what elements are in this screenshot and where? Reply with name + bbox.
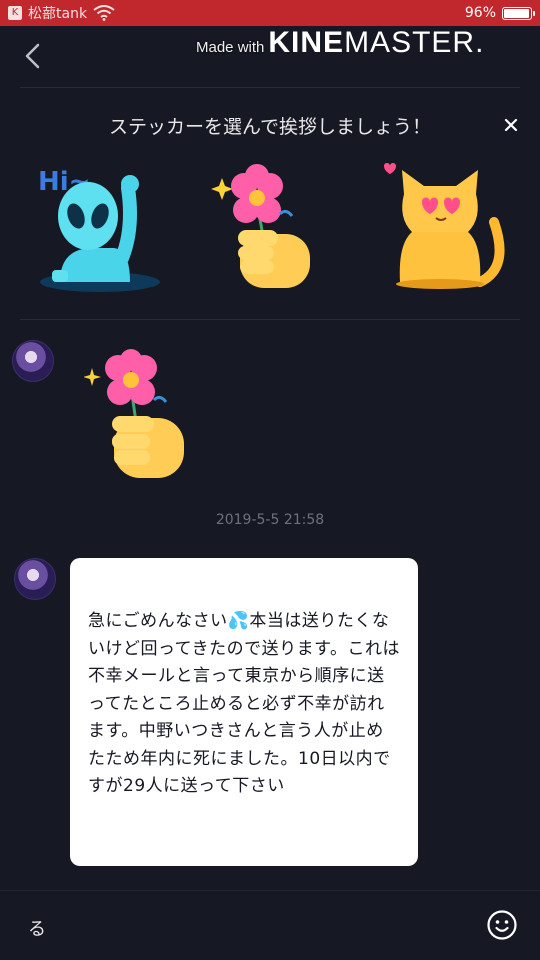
alien-hi-sticker-icon: Hi~	[38, 167, 160, 292]
watermark-brand: KINEMASTER.	[268, 26, 484, 60]
message-sticker[interactable]	[83, 348, 192, 484]
flower-hand-sticker[interactable]	[200, 158, 340, 298]
emoji-button[interactable]	[486, 909, 518, 941]
flower-hand-sticker-icon	[211, 164, 310, 288]
status-carrier-text: 松蔀tank	[28, 6, 88, 22]
message-timestamp: 2019-5-5 21:58	[215, 512, 325, 528]
close-button[interactable]	[500, 114, 522, 136]
status-left: K 松蔀tank	[8, 3, 115, 23]
message-input[interactable]: る	[28, 915, 46, 941]
watermark-made-with: Made with	[196, 39, 265, 56]
app-badge-icon: K	[8, 6, 22, 20]
sweat-droplets-icon: 💦	[227, 611, 250, 631]
battery-percent: 96%	[464, 5, 496, 21]
back-button[interactable]	[16, 40, 48, 72]
message-bubble[interactable]: 急にごめんなさい💦本当は送りたくないけど回ってきたので送ります。これは不幸メール…	[70, 558, 418, 866]
status-right: 96%	[464, 5, 535, 21]
avatar[interactable]	[12, 340, 54, 382]
close-icon	[504, 118, 518, 132]
wifi-icon	[93, 5, 115, 21]
avatar[interactable]	[14, 558, 56, 600]
panel-divider	[20, 319, 520, 320]
flower-hand-sticker-icon	[83, 349, 184, 478]
battery-icon	[502, 6, 535, 20]
message-text-rest: 本当は送りたくないけど回ってきたので送ります。これは不幸メールと言って東京から順…	[88, 611, 400, 796]
kinemaster-watermark: Made with KINEMASTER.	[196, 26, 484, 66]
chevron-left-icon	[25, 43, 40, 69]
heart-eyes-cat-sticker-icon	[384, 163, 505, 289]
heart-eyes-cat-sticker[interactable]	[372, 158, 512, 298]
alien-hi-sticker[interactable]: Hi~	[30, 158, 170, 298]
watermark-brand-bold: KINE	[268, 26, 345, 59]
sticker-panel: ステッカーを選んで挨拶しましょう！ Hi~	[0, 88, 540, 320]
watermark-brand-light: MASTER.	[344, 26, 485, 59]
sticker-panel-title: ステッカーを選んで挨拶しましょう！	[108, 116, 432, 138]
smiley-face-icon	[487, 910, 517, 940]
message-text-start: 急にごめんなさい	[88, 611, 228, 631]
message-input-bar: る	[0, 890, 540, 960]
status-bar: K 松蔀tank 96%	[0, 0, 540, 26]
chat-header: Made with KINEMASTER.	[0, 26, 540, 88]
battery-fill	[504, 8, 529, 18]
